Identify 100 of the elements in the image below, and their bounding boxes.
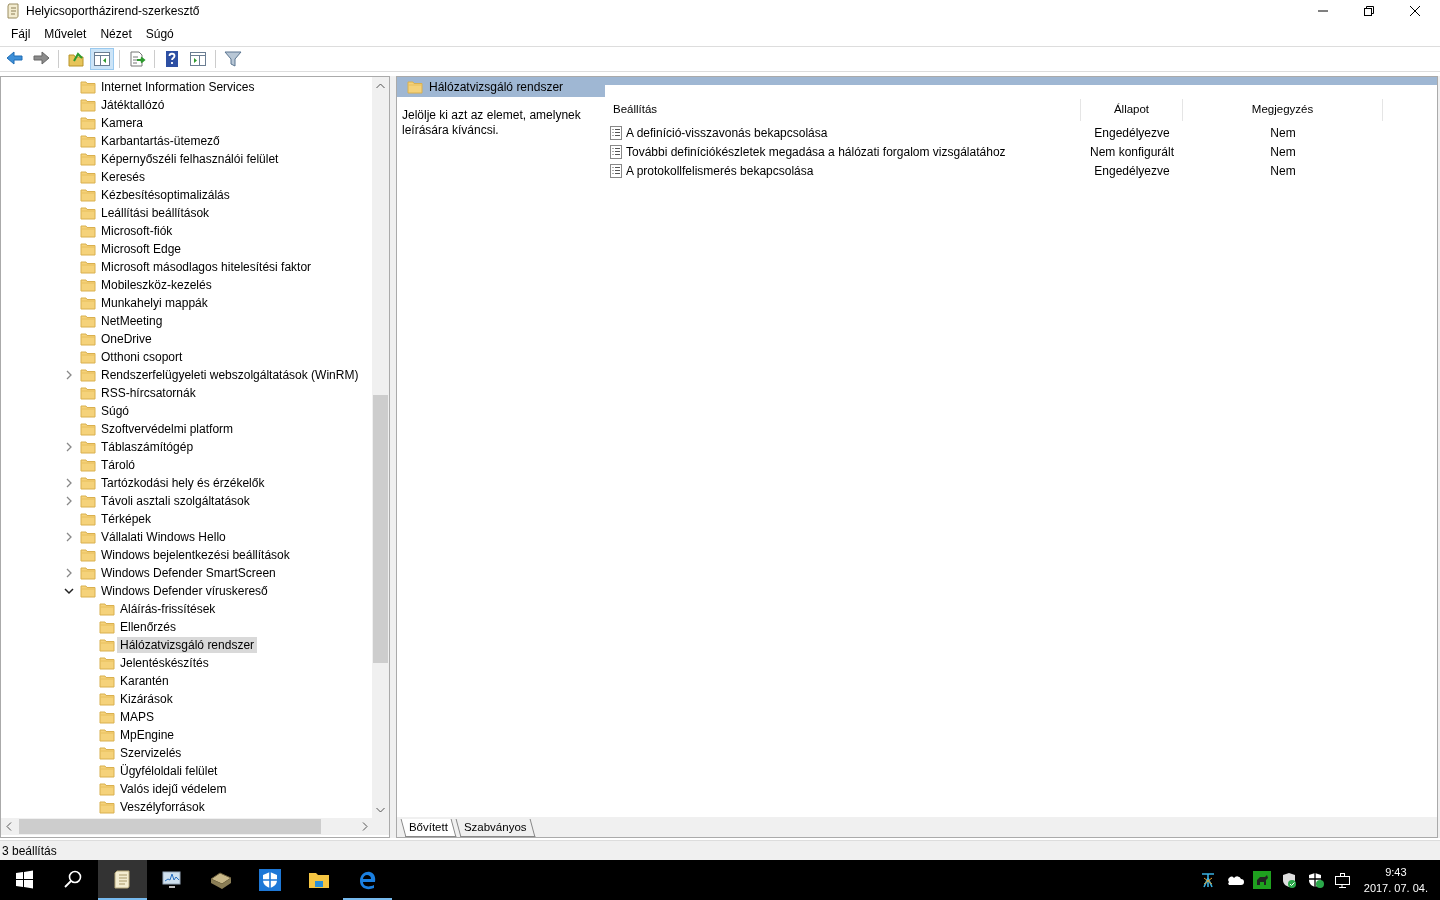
tree-item[interactable]: Kizárások	[117, 691, 176, 707]
state-cell-text: Engedélyezve	[1093, 162, 1171, 180]
folder-icon	[80, 115, 96, 131]
tree-item[interactable]: Microsoft másodlagos hitelesítési faktor	[98, 259, 315, 275]
tree-pane-icon	[93, 50, 111, 68]
tree-item[interactable]: Keresés	[98, 169, 149, 185]
tree-item[interactable]: Táblaszámítógép	[98, 439, 197, 455]
tree-item[interactable]: Ellenőrzés	[117, 619, 180, 635]
scrollbar-thumb[interactable]	[19, 819, 321, 834]
right-chevron-icon[interactable]	[64, 496, 74, 506]
folder-icon	[80, 331, 96, 347]
tree-item[interactable]: Szoftvervédelmi platform	[98, 421, 237, 437]
tree-item[interactable]: Aláírás-frissítések	[117, 601, 219, 617]
tree-item[interactable]: Játéktallózó	[98, 97, 168, 113]
folder-icon	[80, 205, 96, 221]
column-header[interactable]: Állapot	[1081, 99, 1183, 121]
view-tab[interactable]: Szabványos	[455, 819, 536, 837]
tree-item[interactable]: Leállítási beállítások	[98, 205, 213, 221]
folder-icon	[80, 511, 96, 527]
menu-item[interactable]: Súgó	[138, 24, 181, 43]
tree-item[interactable]: Karantén	[117, 673, 172, 689]
folder-icon	[80, 223, 96, 239]
right-chevron-icon[interactable]	[64, 478, 74, 488]
tree-item[interactable]: Hálózatvizsgáló rendszer	[117, 637, 258, 653]
tree-item[interactable]: Súgó	[98, 403, 133, 419]
export-list-icon	[128, 50, 146, 68]
tree-item[interactable]: RSS-hírcsatornák	[98, 385, 199, 401]
folder-icon	[80, 169, 96, 185]
clock-time: 9:43	[1384, 865, 1408, 880]
vertical-scrollbar[interactable]	[372, 77, 389, 818]
filter-icon	[224, 50, 242, 68]
menu-item[interactable]: Művelet	[37, 24, 94, 43]
folder-icon	[99, 709, 115, 725]
tree-item[interactable]: Szervizelés	[117, 745, 185, 761]
tree-item[interactable]: Microsoft-fiók	[98, 223, 176, 239]
tree-item[interactable]: Windows Defender SmartScreen	[98, 565, 279, 581]
folder-icon	[80, 529, 96, 545]
tree-item[interactable]: Ügyféloldali felület	[117, 763, 221, 779]
setting-name[interactable]: További definíciókészletek megadása a hálózati forgalom vizsgálatához	[626, 142, 1006, 161]
view-tab[interactable]: Bővített	[400, 819, 457, 837]
tree-item[interactable]: Mobileszköz-kezelés	[98, 277, 215, 293]
tree-pane-button[interactable]	[90, 48, 114, 70]
dog-tray-icon[interactable]	[1252, 871, 1271, 889]
folder-icon	[99, 745, 115, 761]
tree-item[interactable]: Munkahelyi mappák	[98, 295, 211, 311]
tree-item[interactable]: MpEngine	[117, 727, 178, 743]
tree-item[interactable]: Windows Defender víruskereső	[98, 583, 271, 599]
tree-item[interactable]: Vállalati Windows Hello	[98, 529, 229, 545]
tree-item[interactable]: Kézbesítésoptimalizálás	[98, 187, 233, 203]
setting-name[interactable]: A definíció-visszavonás bekapcsolása	[626, 123, 828, 142]
setting-icon	[609, 162, 623, 179]
folder-icon	[99, 763, 115, 779]
defender-tray-icon[interactable]	[1306, 871, 1325, 889]
setting-name[interactable]: A protokollfelismerés bekapcsolása	[626, 161, 814, 180]
tree-item[interactable]: Tartózkodási hely és érzékelők	[98, 475, 268, 491]
scrollbar-thumb[interactable]	[373, 395, 388, 663]
tree-item[interactable]: Képernyőszéli felhasználói felület	[98, 151, 282, 167]
scroll-app-button[interactable]	[98, 860, 147, 900]
folder-icon	[80, 277, 96, 293]
tree-item[interactable]: Microsoft Edge	[98, 241, 185, 257]
menu-item[interactable]: Nézet	[93, 24, 139, 43]
tree-item[interactable]: Otthoni csoport	[98, 349, 186, 365]
tree-item[interactable]: Jelentéskészítés	[117, 655, 212, 671]
tree-item[interactable]: Távoli asztali szolgáltatások	[98, 493, 253, 509]
tree-item[interactable]: Rendszerfelügyeleti webszolgáltatások (WinRM)	[98, 367, 362, 383]
window-title: Helyicsoportházirend-szerkesztő	[26, 3, 200, 20]
right-chevron-icon[interactable]	[64, 370, 74, 380]
tree-item[interactable]: Tároló	[98, 457, 138, 473]
setting-icon	[609, 143, 623, 160]
down-chevron-icon[interactable]	[64, 586, 74, 596]
panel-title: Hálózatvizsgáló rendszer	[429, 79, 564, 96]
tree-item[interactable]: Térképek	[98, 511, 155, 527]
folder-icon	[80, 475, 96, 491]
folder-icon	[80, 367, 96, 383]
folder-icon	[80, 313, 96, 329]
tree-item[interactable]: Kamera	[98, 115, 147, 131]
tree-item[interactable]: Veszélyforrások	[117, 799, 208, 815]
right-chevron-icon[interactable]	[64, 442, 74, 452]
right-chevron-icon[interactable]	[64, 568, 74, 578]
column-header[interactable]: Beállítás	[609, 99, 1081, 121]
tree-item[interactable]: NetMeeting	[98, 313, 166, 329]
filter-button[interactable]	[221, 48, 245, 70]
state-cell-text: Engedélyezve	[1093, 124, 1171, 142]
tree-item[interactable]: Internet Information Services	[98, 79, 258, 95]
tree-item[interactable]: Karbantartás-ütemező	[98, 133, 223, 149]
folder-icon	[80, 403, 96, 419]
tree-item[interactable]: Windows bejelentkezési beállítások	[98, 547, 293, 563]
tree-item[interactable]: Valós idejű védelem	[117, 781, 230, 797]
folder-icon	[80, 457, 96, 473]
folder-icon	[99, 673, 115, 689]
menu-item[interactable]: Fájl	[4, 24, 38, 43]
folder-icon	[407, 79, 423, 95]
tree-item[interactable]: MAPS	[117, 709, 157, 725]
network-icon[interactable]	[1333, 871, 1352, 889]
column-header[interactable]: Megjegyzés	[1183, 99, 1383, 121]
right-chevron-icon[interactable]	[64, 532, 74, 542]
folder-icon	[99, 799, 115, 815]
folder-icon	[80, 421, 96, 437]
horizontal-scrollbar[interactable]	[1, 818, 389, 835]
tree-item[interactable]: OneDrive	[98, 331, 155, 347]
